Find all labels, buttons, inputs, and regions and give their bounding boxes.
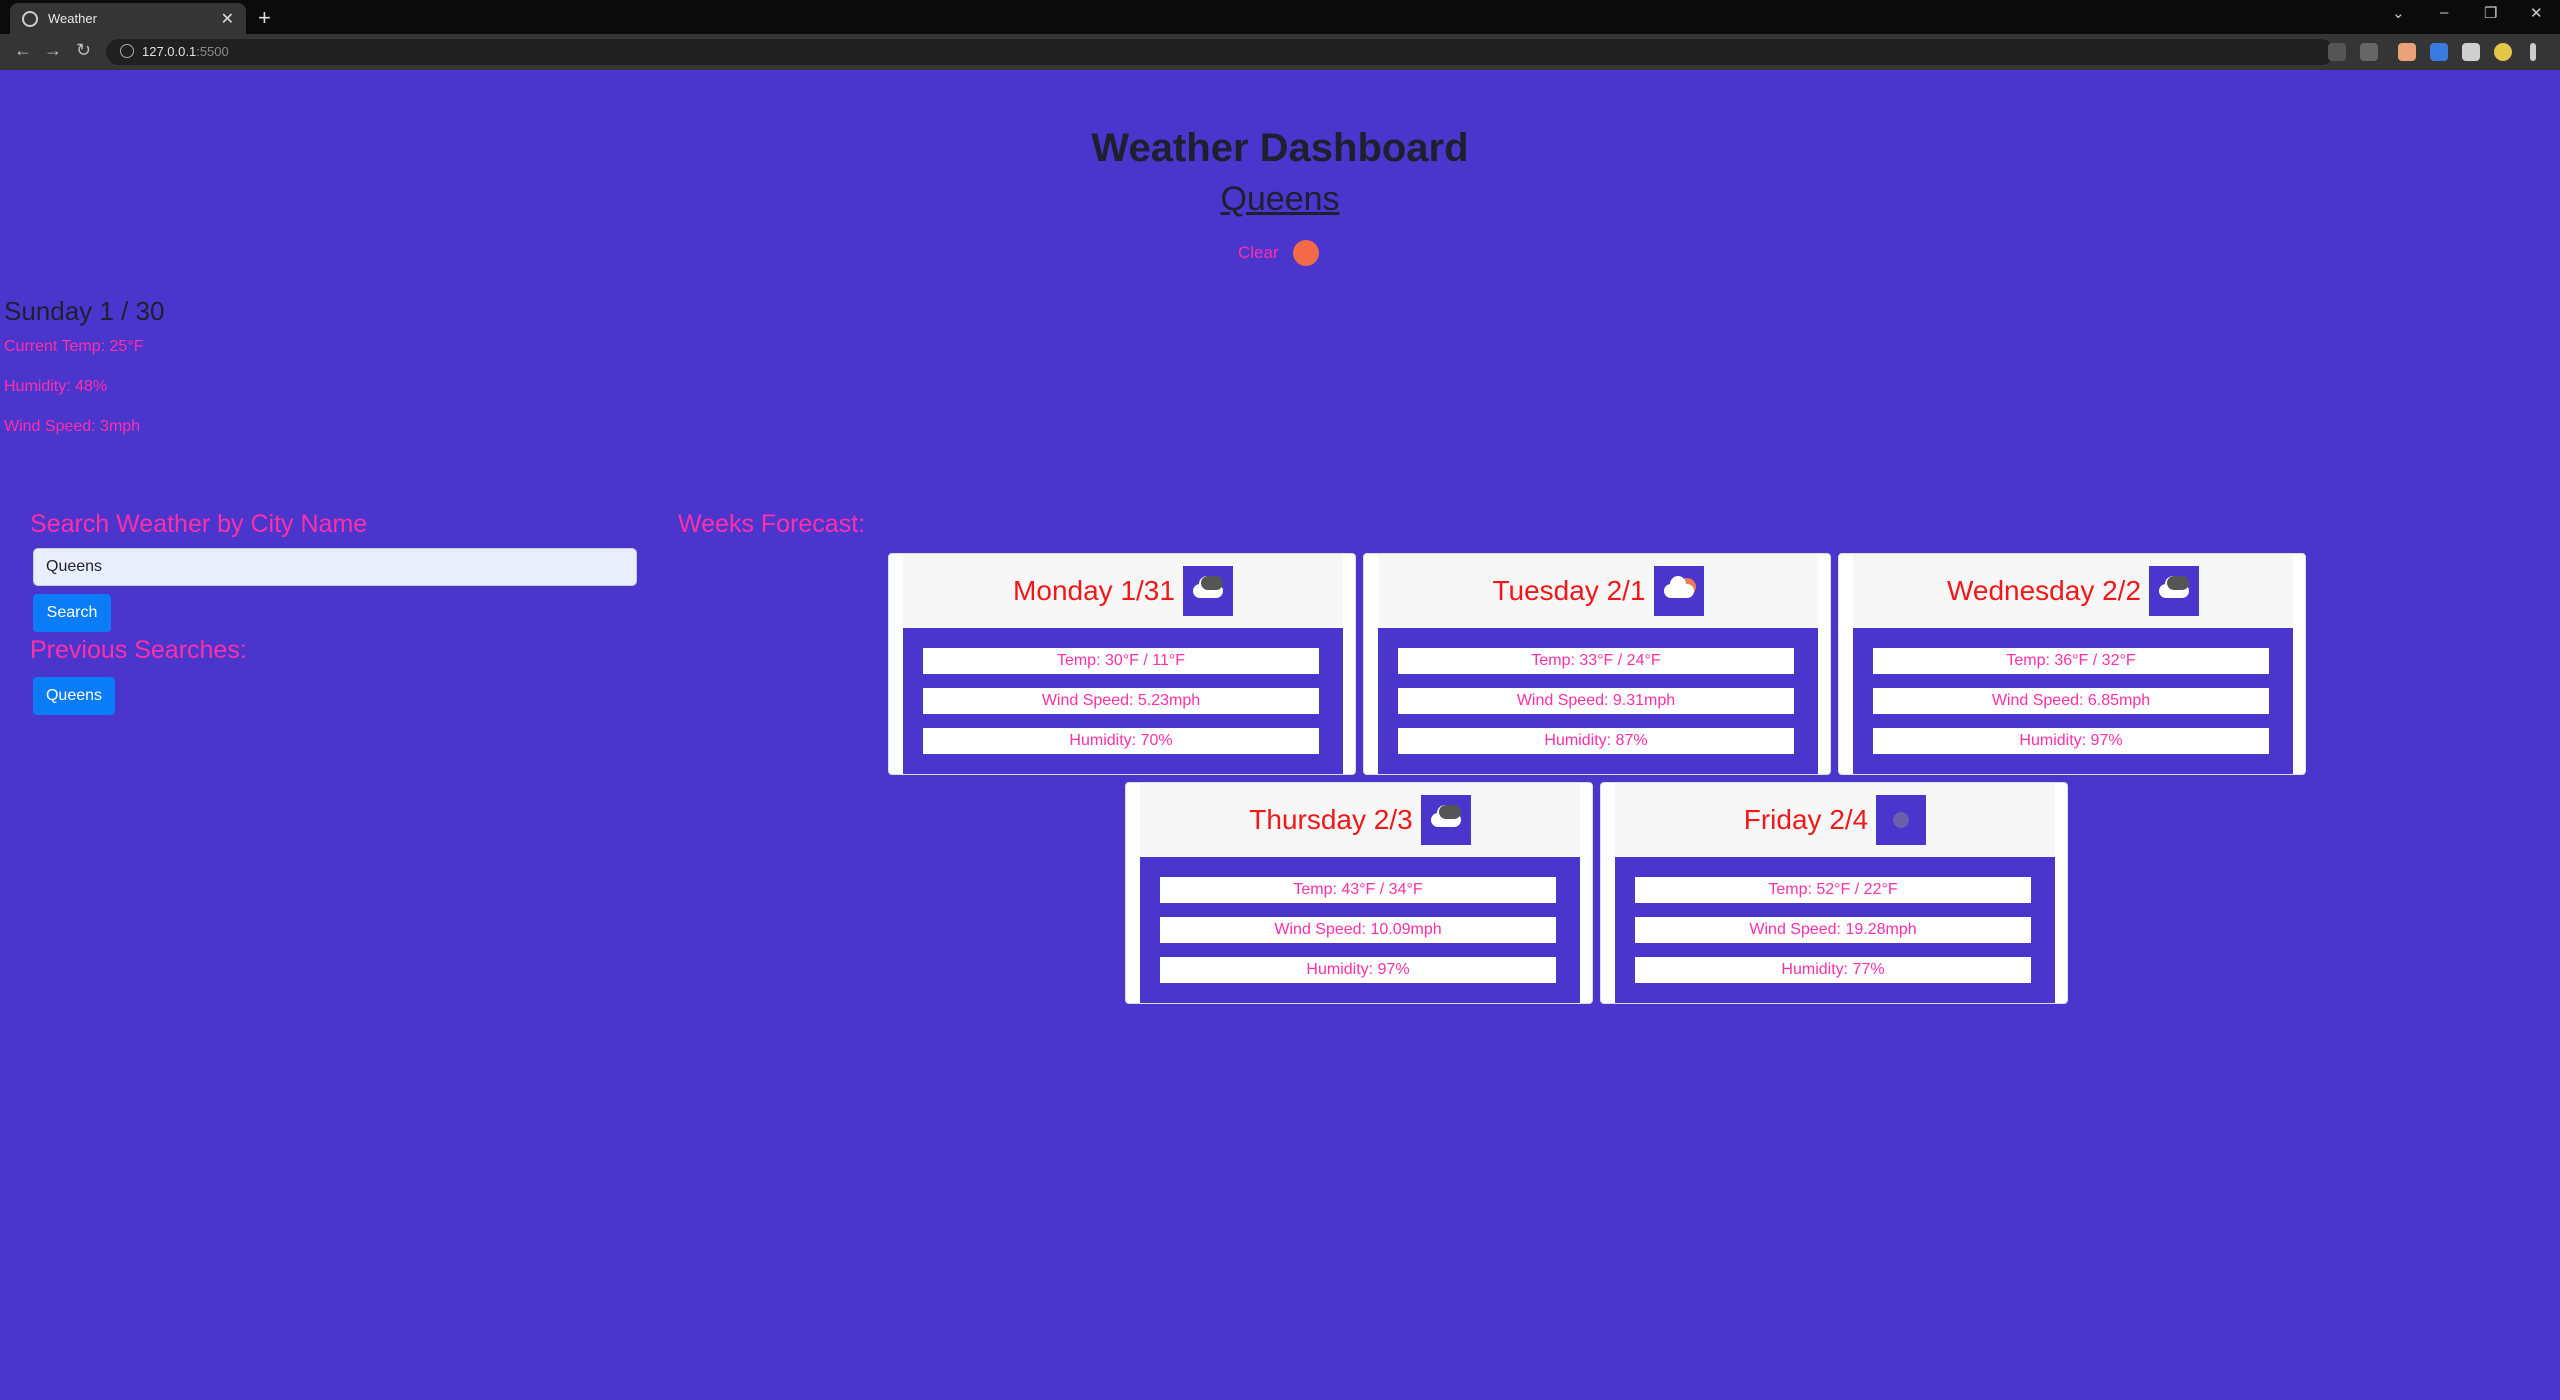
url-field[interactable]: 127.0.0.1:5500 <box>106 39 2334 65</box>
forecast-temp: Temp: 52°F / 22°F <box>1635 877 2031 903</box>
forecast-card-body: Temp: 30°F / 11°F Wind Speed: 5.23mph Hu… <box>903 628 1343 774</box>
share-icon[interactable] <box>2328 43 2346 61</box>
forecast-card-header: Wednesday 2/2 <box>1853 554 2293 628</box>
forecast-wind: Wind Speed: 9.31mph <box>1398 688 1794 714</box>
forecast-temp: Temp: 30°F / 11°F <box>923 648 1319 674</box>
current-humidity: Humidity: 48% <box>4 378 108 395</box>
forecast-humidity: Humidity: 87% <box>1398 728 1794 754</box>
forecast-card-body: Temp: 43°F / 34°F Wind Speed: 10.09mph H… <box>1140 857 1580 1003</box>
cloudy-icon <box>1182 566 1233 616</box>
forecast-card-body: Temp: 36°F / 32°F Wind Speed: 6.85mph Hu… <box>1853 628 2293 774</box>
restore-icon[interactable]: ❐ <box>2484 4 2497 22</box>
forecast-day: Friday 2/4 <box>1743 804 1869 835</box>
forecast-day: Monday 1/31 <box>1013 575 1175 606</box>
forecast-card-header: Friday 2/4 <box>1615 783 2055 857</box>
forecast-card-header: Tuesday 2/1 <box>1378 554 1818 628</box>
forecast-temp: Temp: 36°F / 32°F <box>1873 648 2269 674</box>
menu-icon[interactable] <box>2530 43 2536 61</box>
forecast-card-header: Thursday 2/3 <box>1140 783 1580 857</box>
today-date: Sunday 1 / 30 <box>4 296 165 326</box>
bookmark-star-icon[interactable] <box>2360 43 2378 61</box>
forecast-card: Monday 1/31 Temp: 30°F / 11°F Wind Speed… <box>888 553 1356 775</box>
current-temp: Current Temp: 25°F <box>4 338 144 355</box>
forecast-day: Thursday 2/3 <box>1249 804 1413 835</box>
reload-icon[interactable]: ↻ <box>76 40 91 61</box>
clear-label[interactable]: Clear <box>1238 243 1279 263</box>
tab-search-icon[interactable]: ⌄ <box>2392 4 2405 22</box>
forecast-humidity: Humidity: 77% <box>1635 957 2031 983</box>
back-icon[interactable]: ← <box>14 40 32 61</box>
extension-icon[interactable] <box>2430 43 2448 61</box>
forecast-card: Wednesday 2/2 Temp: 36°F / 32°F Wind Spe… <box>1838 553 2306 775</box>
page-title: Weather Dashboard <box>1091 126 1469 170</box>
tab-title: Weather <box>48 11 97 26</box>
forward-icon[interactable]: → <box>44 40 62 61</box>
forecast-card-body: Temp: 33°F / 24°F Wind Speed: 9.31mph Hu… <box>1378 628 1818 774</box>
search-heading: Search Weather by City Name <box>30 510 368 538</box>
forecast-wind: Wind Speed: 10.09mph <box>1160 917 1556 943</box>
clear-icon[interactable] <box>1292 240 1319 266</box>
site-info-icon[interactable] <box>120 44 134 58</box>
forecast-wind: Wind Speed: 5.23mph <box>923 688 1319 714</box>
cloudy-icon <box>1420 795 1471 845</box>
minimize-icon[interactable]: – <box>2440 4 2448 21</box>
window-close-icon[interactable]: ✕ <box>2530 4 2543 22</box>
extension-icon[interactable] <box>2398 43 2416 61</box>
forecast-day: Wednesday 2/2 <box>1946 575 2142 606</box>
forecast-humidity: Humidity: 70% <box>923 728 1319 754</box>
forecast-wind: Wind Speed: 6.85mph <box>1873 688 2269 714</box>
cloudy-icon <box>2149 566 2200 616</box>
url-host: 127.0.0.1 <box>142 44 197 59</box>
browser-tab-bar: Weather ✕ + ⌄ – ❐ ✕ <box>0 0 2560 34</box>
search-button[interactable]: Search <box>33 594 111 632</box>
forecast-temp: Temp: 33°F / 24°F <box>1398 648 1794 674</box>
forecast-card-body: Temp: 52°F / 22°F Wind Speed: 19.28mph H… <box>1615 857 2055 1003</box>
close-tab-icon[interactable]: ✕ <box>221 9 234 29</box>
previous-search-button[interactable]: Queens <box>33 677 115 715</box>
forecast-card: Tuesday 2/1 Temp: 33°F / 24°F Wind Speed… <box>1363 553 1831 775</box>
current-city: Queens <box>1220 180 1340 218</box>
mist-icon <box>1876 795 1927 845</box>
current-wind-speed: Wind Speed: 3mph <box>4 418 141 435</box>
search-input[interactable] <box>33 548 637 586</box>
partly-sunny-icon <box>1653 566 1704 616</box>
forecast-humidity: Humidity: 97% <box>1873 728 2269 754</box>
forecast-day: Tuesday 2/1 <box>1492 575 1646 606</box>
globe-icon <box>22 10 38 27</box>
profile-avatar[interactable] <box>2494 43 2512 61</box>
previous-searches-heading: Previous Searches: <box>30 636 247 664</box>
forecast-wind: Wind Speed: 19.28mph <box>1635 917 2031 943</box>
forecast-card-header: Monday 1/31 <box>903 554 1343 628</box>
new-tab-icon[interactable]: + <box>258 5 271 31</box>
browser-tab[interactable]: Weather ✕ <box>10 3 246 34</box>
forecast-card: Friday 2/4 Temp: 52°F / 22°F Wind Speed:… <box>1600 782 2068 1004</box>
address-bar-row: ← → ↻ 127.0.0.1:5500 <box>0 34 2560 70</box>
forecast-card: Thursday 2/3 Temp: 43°F / 34°F Wind Spee… <box>1125 782 1593 1004</box>
forecast-heading: Weeks Forecast: <box>678 510 866 538</box>
clear-control[interactable]: Clear <box>1238 240 1319 266</box>
url-port: :5500 <box>196 44 229 59</box>
forecast-temp: Temp: 43°F / 34°F <box>1160 877 1556 903</box>
forecast-humidity: Humidity: 97% <box>1160 957 1556 983</box>
extensions-puzzle-icon[interactable] <box>2462 43 2480 61</box>
